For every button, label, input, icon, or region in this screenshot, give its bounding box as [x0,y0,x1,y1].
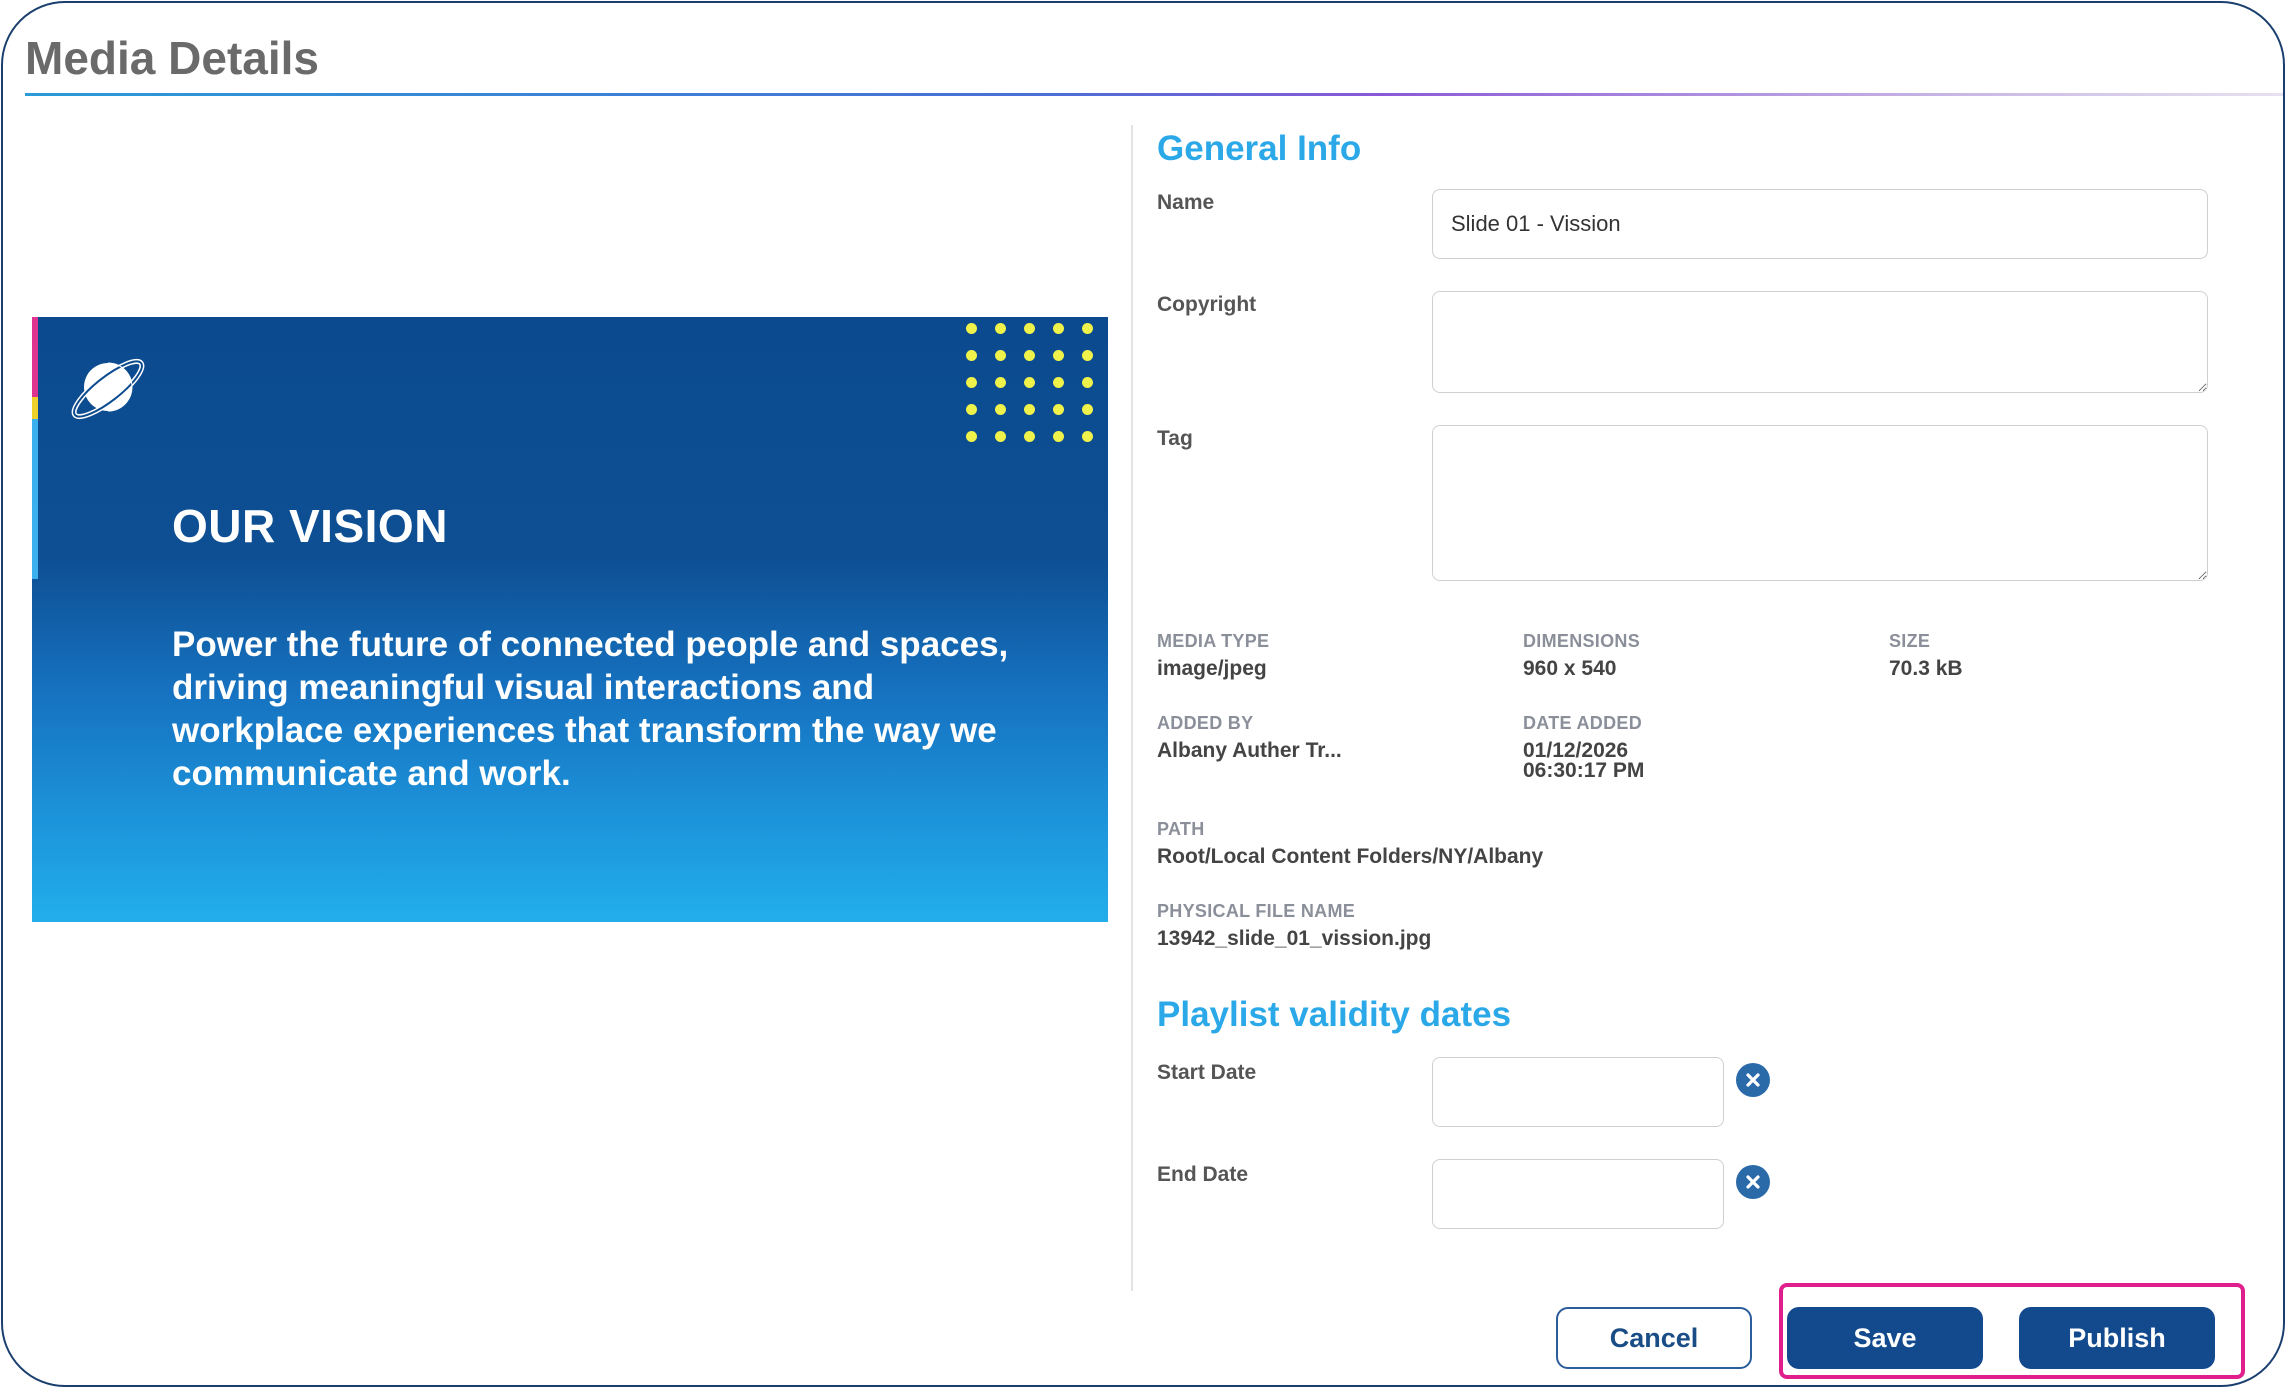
clear-end-date-button[interactable] [1736,1165,1770,1199]
clear-x-icon [1746,1175,1760,1189]
accent-strip-pink [32,317,38,397]
end-date-label: End Date [1157,1163,1249,1186]
publish-button[interactable]: Publish [2019,1307,2215,1369]
panel-divider [1131,125,1133,1291]
start-date-input[interactable] [1432,1057,1724,1127]
added-by-label: ADDED BY [1157,713,1254,733]
decor-dot [1053,404,1064,415]
decor-dot [1082,323,1093,334]
decor-dot [1082,404,1093,415]
date-added-label: DATE ADDED [1523,713,1642,733]
decor-dot [966,323,977,334]
clear-start-date-button[interactable] [1736,1063,1770,1097]
size-label: SIZE [1889,631,1931,651]
decor-dot [1024,350,1035,361]
preview-heading: OUR VISION [172,500,448,552]
copyright-input[interactable] [1432,291,2208,393]
end-date-input[interactable] [1432,1159,1724,1229]
decor-dot [1024,377,1035,388]
decor-dot [966,404,977,415]
dot-pattern [966,323,1106,453]
title-divider [25,93,2283,96]
start-date-label: Start Date [1157,1061,1257,1084]
tag-label: Tag [1157,427,1193,450]
media-type-value: image/jpeg [1157,657,1267,680]
media-type-label: MEDIA TYPE [1157,631,1270,651]
decor-dot [1024,323,1035,334]
general-info-heading: General Info [1157,129,1362,168]
decor-dot [1053,350,1064,361]
decor-dot [966,377,977,388]
path-label: PATH [1157,819,1205,839]
decor-dot [966,431,977,442]
path-value: Root/Local Content Folders/NY/Albany [1157,845,1544,868]
decor-dot [1024,404,1035,415]
decor-dot [1082,431,1093,442]
date-added-date: 01/12/2026 [1523,739,1629,762]
preview-body-text: Power the future of connected people and… [172,625,1009,793]
name-label: Name [1157,191,1215,214]
media-preview-image: OUR VISION Power the future of connected… [32,317,1108,922]
accent-strip-yellow [32,397,38,419]
decor-dot [1053,377,1064,388]
physical-file-label: PHYSICAL FILE NAME [1157,901,1356,921]
cancel-button[interactable]: Cancel [1556,1307,1752,1369]
size-value: 70.3 kB [1889,657,1963,680]
decor-dot [995,431,1006,442]
decor-dot [995,323,1006,334]
planet-icon [71,358,145,420]
playlist-validity-heading: Playlist validity dates [1157,995,1512,1034]
copyright-label: Copyright [1157,293,1257,316]
decor-dot [1053,323,1064,334]
decor-dot [995,377,1006,388]
decor-dot [1053,431,1064,442]
name-input[interactable] [1432,189,2208,259]
decor-dot [995,404,1006,415]
decor-dot [1082,350,1093,361]
decor-dot [1082,377,1093,388]
clear-x-icon [1746,1073,1760,1087]
accent-strip-blue [32,419,38,579]
media-details-dialog: Media Details OUR VISION Power the futur… [1,1,2285,1387]
dimensions-value: 960 x 540 [1523,657,1617,680]
save-button[interactable]: Save [1787,1307,1983,1369]
decor-dot [966,350,977,361]
decor-dot [1024,431,1035,442]
page-title: Media Details [25,32,319,84]
tag-input[interactable] [1432,425,2208,581]
decor-dot [995,350,1006,361]
dimensions-label: DIMENSIONS [1523,631,1641,651]
date-added-time: 06:30:17 PM [1523,759,1645,782]
physical-file-value: 13942_slide_01_vission.jpg [1157,927,1432,950]
added-by-value: Albany Auther Tr... [1157,739,1342,762]
